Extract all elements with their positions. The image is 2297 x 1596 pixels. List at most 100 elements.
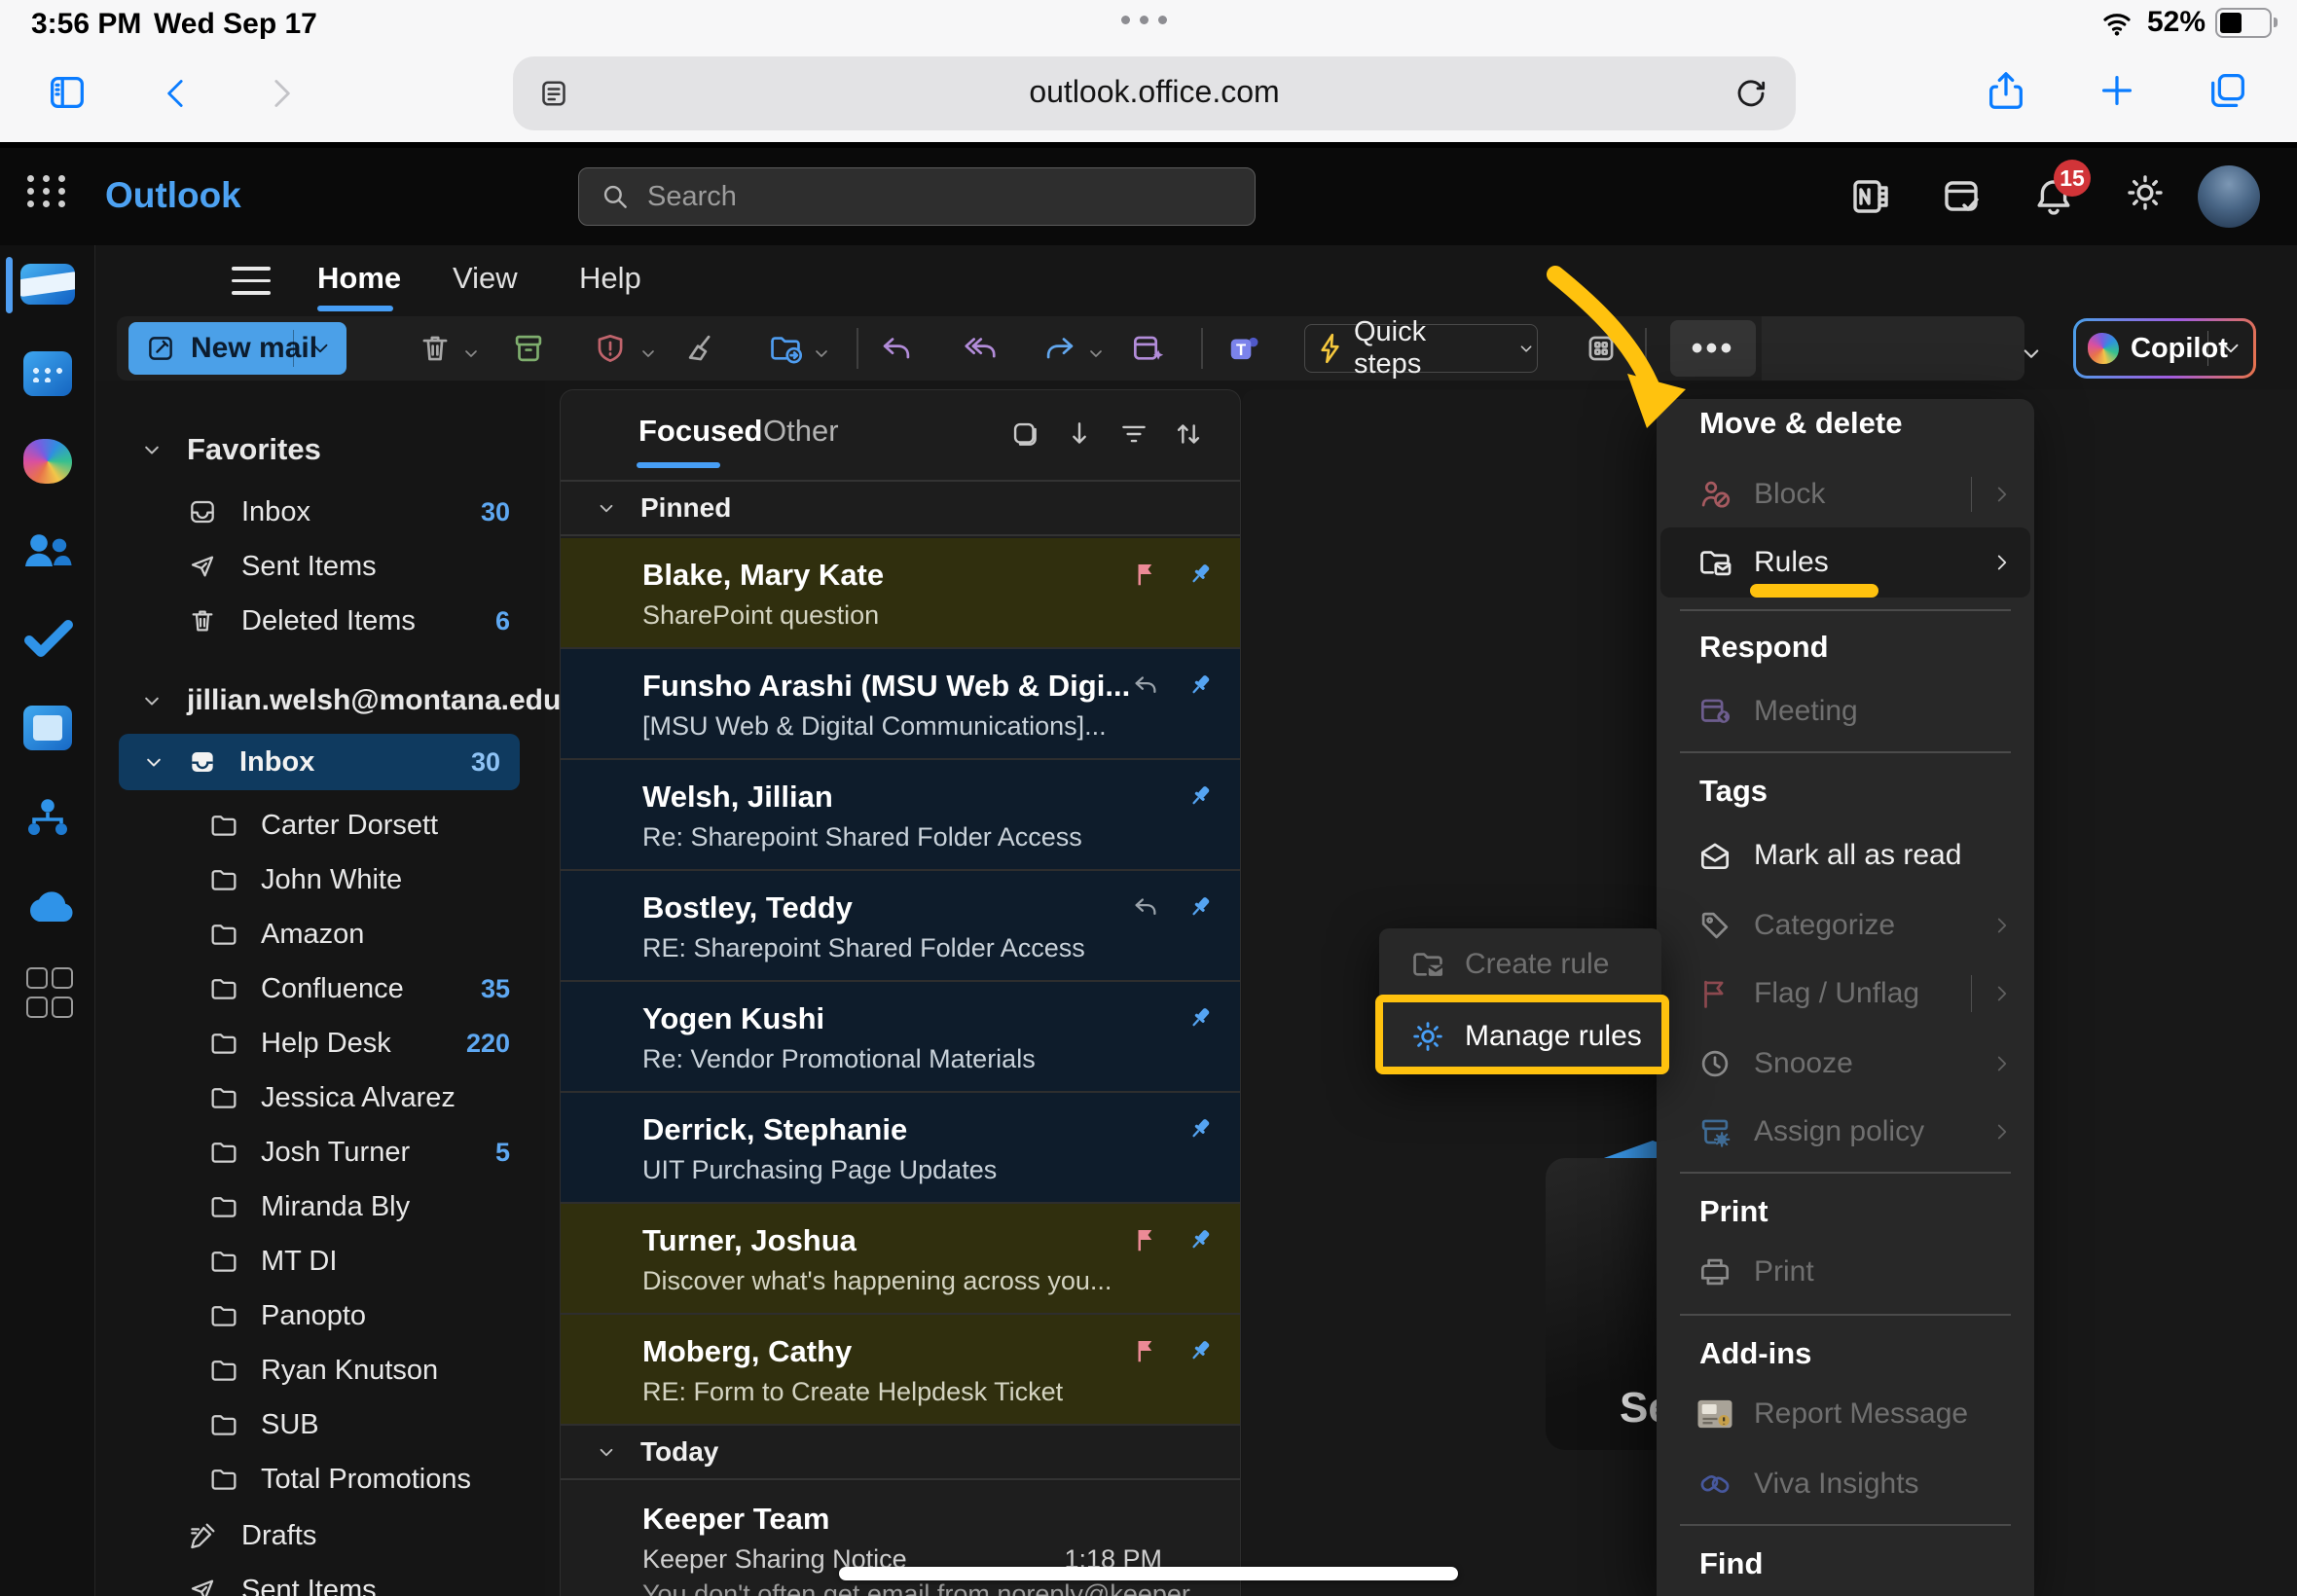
- select-messages-icon[interactable]: [1008, 417, 1041, 451]
- favorites-header[interactable]: Favorites: [95, 422, 545, 477]
- pin-icon[interactable]: [1185, 781, 1215, 811]
- delete-button[interactable]: [417, 330, 454, 367]
- subfolder[interactable]: Josh Turner5: [95, 1125, 545, 1179]
- subfolder[interactable]: Miranda Bly: [95, 1179, 545, 1234]
- subfolder[interactable]: Amazon: [95, 907, 545, 961]
- forward-button[interactable]: [261, 74, 300, 113]
- move-down-icon[interactable]: [1063, 417, 1096, 451]
- archive-button[interactable]: [510, 330, 547, 367]
- email-list-item[interactable]: Turner, Joshua Discover what's happening…: [561, 1204, 1240, 1315]
- tab-view[interactable]: View: [453, 261, 518, 296]
- folder-sent-items[interactable]: Sent Items: [95, 1563, 545, 1596]
- share-icon[interactable]: [1984, 68, 2028, 113]
- reply-all-button[interactable]: [962, 330, 999, 367]
- pin-icon[interactable]: [1185, 1003, 1215, 1033]
- subfolder[interactable]: Confluence35: [95, 961, 545, 1016]
- my-day-icon[interactable]: [1939, 173, 1986, 220]
- sort-icon[interactable]: [1172, 417, 1205, 451]
- email-list-item[interactable]: Derrick, Stephanie UIT Purchasing Page U…: [561, 1093, 1240, 1204]
- email-list-item[interactable]: Blake, Mary Kate SharePoint question: [561, 538, 1240, 649]
- rail-copilot-icon[interactable]: [0, 430, 94, 492]
- multitasking-dots-icon[interactable]: [1121, 16, 1167, 24]
- move-to-button[interactable]: [767, 330, 804, 367]
- rail-onedrive-icon[interactable]: [0, 876, 94, 938]
- rail-people-icon[interactable]: [0, 520, 94, 582]
- menu-item-snooze[interactable]: Snooze: [1657, 1030, 2034, 1098]
- outlook-brand[interactable]: Outlook: [105, 175, 241, 216]
- tabs-icon[interactable]: [2206, 68, 2250, 113]
- back-button[interactable]: [158, 74, 197, 113]
- pin-icon[interactable]: [1185, 1225, 1215, 1254]
- pin-icon[interactable]: [1185, 671, 1215, 700]
- sweep-button[interactable]: [683, 330, 720, 367]
- report-chevron-icon[interactable]: [637, 342, 660, 365]
- menu-item-mark-all-read[interactable]: Mark all as read: [1657, 821, 2034, 889]
- email-list-item[interactable]: Bostley, Teddy RE: Sharepoint Shared Fol…: [561, 871, 1240, 982]
- today-section-header[interactable]: Today: [561, 1426, 1240, 1480]
- copilot-chevron-icon[interactable]: [2218, 336, 2243, 361]
- notifications-bell-icon[interactable]: 15: [2030, 173, 2077, 220]
- favorite-deleted-items[interactable]: Deleted Items 6: [95, 594, 545, 648]
- subfolder[interactable]: Jessica Alvarez: [95, 1070, 545, 1125]
- subfolder[interactable]: Panopto: [95, 1288, 545, 1343]
- forward-button-ribbon[interactable]: [1041, 330, 1078, 367]
- rail-org-explorer-icon[interactable]: [0, 786, 94, 849]
- settings-gear-icon[interactable]: [2122, 169, 2169, 216]
- favorite-sent-items[interactable]: Sent Items: [95, 539, 545, 594]
- report-button[interactable]: [592, 330, 629, 367]
- subfolder[interactable]: MT DI: [95, 1234, 545, 1288]
- ribbon-collapse-chevron-icon[interactable]: [2017, 339, 2046, 368]
- menu-item-flag-unflag[interactable]: Flag / Unflag: [1657, 960, 2034, 1028]
- rail-more-apps-icon[interactable]: [0, 961, 94, 1024]
- sidebar-toggle-icon[interactable]: [45, 70, 90, 115]
- forward-chevron-icon[interactable]: [1084, 342, 1108, 365]
- delete-chevron-icon[interactable]: [459, 342, 483, 365]
- submenu-item-create-rule[interactable]: Create rule: [1379, 928, 1661, 1000]
- pin-icon[interactable]: [1185, 892, 1215, 922]
- rail-mail-icon[interactable]: [0, 253, 94, 315]
- pinned-section-header[interactable]: Pinned: [561, 482, 1240, 536]
- chevron-right-icon[interactable]: [1989, 913, 2015, 938]
- folder-drafts[interactable]: Drafts: [95, 1508, 545, 1563]
- filter-icon[interactable]: [1117, 417, 1150, 451]
- quick-steps-button[interactable]: Quick steps: [1304, 324, 1538, 373]
- pin-icon[interactable]: [1185, 1114, 1215, 1143]
- tab-help[interactable]: Help: [579, 261, 641, 296]
- menu-item-viva-insights[interactable]: Viva Insights: [1657, 1450, 2034, 1518]
- new-tab-icon[interactable]: [2095, 68, 2139, 113]
- subfolder[interactable]: SUB: [95, 1397, 545, 1452]
- share-to-calendar-button[interactable]: [1129, 330, 1166, 367]
- subfolder[interactable]: John White: [95, 852, 545, 907]
- tab-focused[interactable]: Focused: [638, 414, 762, 449]
- chevron-right-icon[interactable]: [1989, 981, 2015, 1006]
- rail-calendar-icon[interactable]: [0, 343, 94, 405]
- email-list-item[interactable]: Welsh, Jillian Re: Sharepoint Shared Fol…: [561, 760, 1240, 871]
- new-mail-chevron-icon[interactable]: [308, 336, 333, 361]
- reload-icon[interactable]: [1732, 74, 1770, 113]
- favorite-inbox[interactable]: Inbox 30: [95, 485, 545, 539]
- chevron-right-icon[interactable]: [1989, 1051, 2015, 1076]
- rail-word-icon[interactable]: [0, 697, 94, 759]
- copilot-button[interactable]: Copilot: [2073, 318, 2256, 379]
- pin-icon[interactable]: [1185, 1336, 1215, 1365]
- menu-item-block[interactable]: Block: [1657, 461, 2034, 527]
- email-list-item[interactable]: Moberg, Cathy RE: Form to Create Helpdes…: [561, 1315, 1240, 1426]
- subfolder[interactable]: Ryan Knutson: [95, 1343, 545, 1397]
- search-input[interactable]: Search: [578, 167, 1256, 226]
- menu-item-print[interactable]: Print: [1657, 1238, 2034, 1306]
- home-indicator[interactable]: [839, 1567, 1458, 1580]
- new-mail-button[interactable]: New mail: [128, 322, 346, 375]
- onenote-feed-icon[interactable]: [1847, 173, 1894, 220]
- chevron-right-icon[interactable]: [1989, 1119, 2015, 1144]
- menu-item-meeting[interactable]: Meeting: [1657, 677, 2034, 745]
- folder-pane-toggle-icon[interactable]: [232, 267, 271, 304]
- flag-icon[interactable]: [1131, 560, 1160, 589]
- folder-inbox-selected[interactable]: Inbox 30: [119, 734, 520, 790]
- chevron-right-icon[interactable]: [1989, 482, 2015, 507]
- submenu-item-manage-rules[interactable]: Manage rules: [1379, 1000, 1661, 1072]
- subfolder[interactable]: Carter Dorsett: [95, 798, 545, 852]
- subfolder[interactable]: Help Desk220: [95, 1016, 545, 1070]
- tab-other[interactable]: Other: [763, 414, 839, 449]
- account-header[interactable]: jillian.welsh@montana.edu: [95, 673, 545, 728]
- email-list-item[interactable]: Yogen Kushi Re: Vendor Promotional Mater…: [561, 982, 1240, 1093]
